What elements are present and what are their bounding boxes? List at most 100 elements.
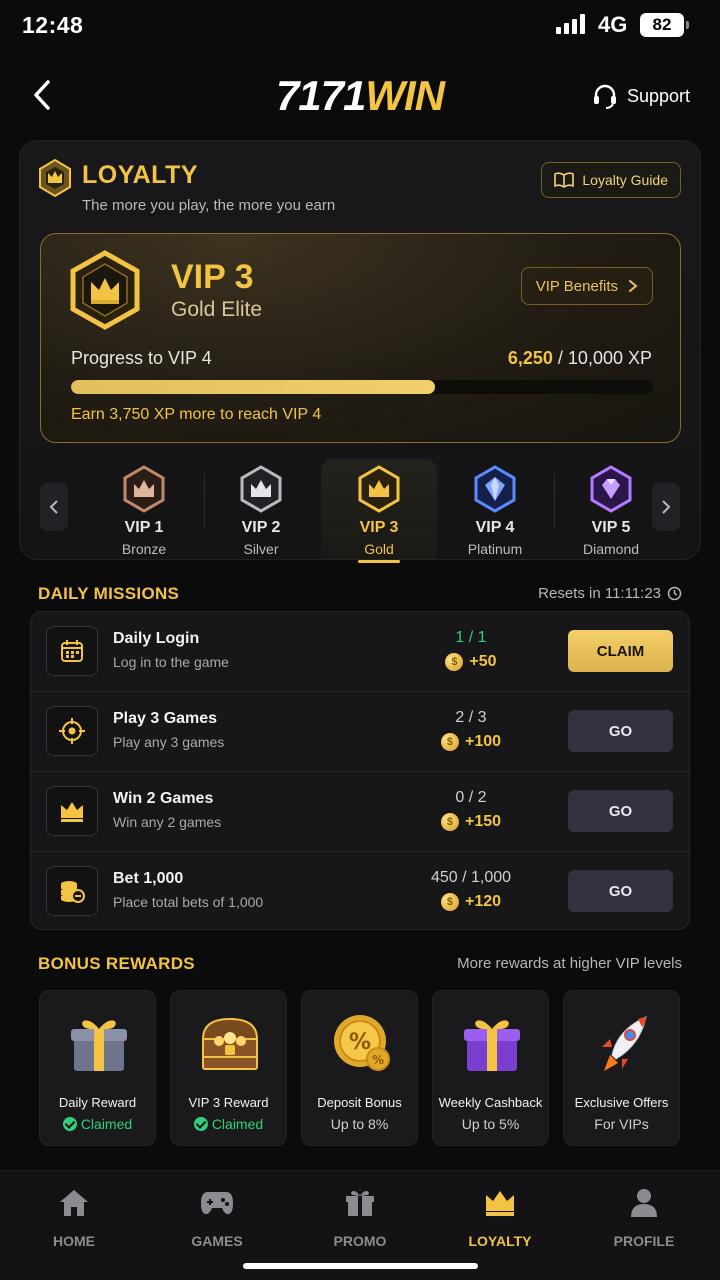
- status-time: 12:48: [22, 12, 84, 38]
- progress-note: Earn 3,750 XP more to reach VIP 4: [71, 406, 322, 423]
- active-tier-indicator: [358, 560, 400, 563]
- missions-list: Daily Login Log in to the game 1 / 1 $ +5…: [30, 611, 690, 930]
- mission-row: Daily Login Log in to the game 1 / 1 $ +5…: [31, 612, 689, 692]
- tier-vip-3[interactable]: VIP 3 Gold: [321, 459, 437, 563]
- nav-home[interactable]: HOME: [14, 1185, 134, 1249]
- xp-separator: /: [552, 348, 568, 368]
- claim-button[interactable]: CLAIM: [568, 630, 673, 672]
- coins-icon: [46, 866, 98, 916]
- svg-text:%: %: [349, 1030, 371, 1055]
- nav-profile[interactable]: PROFILE: [584, 1185, 704, 1249]
- status-bar: 12:48 4G 82: [0, 0, 720, 52]
- reward-card-cashback[interactable]: Weekly Cashback Up to 5%: [432, 990, 549, 1146]
- reward-card-vip3[interactable]: VIP 3 Reward Claimed: [170, 990, 287, 1146]
- reward-name: Daily Reward: [58, 1095, 137, 1110]
- mission-row: Win 2 Games Win any 2 games 0 / 2 $ +150 …: [31, 772, 689, 852]
- gold-crown-icon: [358, 465, 400, 513]
- nav-promo[interactable]: PROMO: [300, 1185, 420, 1249]
- coin-icon: $: [445, 653, 464, 671]
- tier-sub: Bronze: [121, 541, 167, 557]
- mission-reward: $ +50: [411, 653, 531, 671]
- loyalty-badge-icon: [39, 159, 71, 197]
- coin-icon: $: [440, 733, 459, 751]
- percent-coin-icon: % %: [334, 1015, 390, 1071]
- tier-sub: Gold: [364, 541, 394, 557]
- tier-sub: Silver: [243, 541, 279, 557]
- vip-benefits-button[interactable]: VIP Benefits: [520, 267, 653, 305]
- mission-reward: $ +100: [411, 733, 531, 751]
- reward-card-exclusive[interactable]: Exclusive Offers For VIPs: [563, 990, 680, 1146]
- tier-next-button[interactable]: [652, 483, 680, 531]
- nav-label: LOYALTY: [468, 1233, 532, 1249]
- tier-prev-button[interactable]: [40, 483, 68, 531]
- mission-desc: Log in to the game: [113, 654, 229, 670]
- nav-label: PROMO: [333, 1233, 387, 1249]
- check-icon: [193, 1117, 208, 1131]
- tier-vip-2[interactable]: VIP 2 Silver: [203, 459, 319, 559]
- bronze-crown-icon: [123, 465, 165, 513]
- chevron-right-icon: [629, 280, 638, 292]
- silver-crown-icon: [240, 465, 282, 513]
- reward-sub: Up to 8%: [330, 1116, 389, 1132]
- vip-benefits-label: VIP Benefits: [535, 277, 618, 295]
- reward-card-daily[interactable]: Daily Reward Claimed: [39, 990, 156, 1146]
- reward-name: VIP 3 Reward: [188, 1095, 269, 1110]
- loyalty-title: LOYALTY: [82, 161, 199, 189]
- svg-text:%: %: [372, 1053, 384, 1067]
- go-button[interactable]: GO: [568, 790, 673, 832]
- mission-reward: $ +120: [411, 893, 531, 911]
- mission-progress: 450 / 1,000: [430, 869, 512, 886]
- reward-amount: +50: [469, 653, 497, 670]
- mission-progress: 0 / 2: [455, 789, 487, 806]
- rocket-icon: [602, 1016, 647, 1071]
- coin-icon: $: [440, 813, 459, 831]
- daily-missions-title: DAILY MISSIONS: [38, 584, 180, 603]
- vip-tier-carousel: VIP 1 Bronze VIP 2 Silver VIP 3 Gold VIP…: [40, 455, 681, 563]
- headset-icon: [593, 84, 616, 109]
- tier-name: VIP 2: [241, 519, 281, 536]
- mission-progress: 2 / 3: [455, 709, 487, 726]
- chevron-left-icon: [49, 500, 58, 514]
- go-button[interactable]: GO: [568, 710, 673, 752]
- crown-icon: [486, 1191, 514, 1216]
- loyalty-guide-label: Loyalty Guide: [582, 172, 668, 188]
- reward-amount: +150: [464, 813, 502, 830]
- battery-indicator: 82: [640, 13, 689, 37]
- tier-vip-4[interactable]: VIP 4 Platinum: [437, 459, 553, 559]
- tier-vip-1[interactable]: VIP 1 Bronze: [86, 459, 202, 559]
- support-label: Support: [626, 85, 690, 106]
- loyalty-guide-button[interactable]: Loyalty Guide: [541, 162, 681, 198]
- crown-icon: [46, 786, 98, 836]
- calendar-icon: [46, 626, 98, 676]
- go-button[interactable]: GO: [568, 870, 673, 912]
- current-vip-card: VIP 3 Gold Elite VIP Benefits Progress t…: [40, 233, 681, 443]
- tier-sub: Diamond: [582, 541, 640, 557]
- bonus-rewards-title: BONUS REWARDS: [38, 954, 195, 973]
- nav-loyalty[interactable]: LOYALTY: [440, 1185, 560, 1249]
- mission-title: Bet 1,000: [113, 870, 184, 887]
- loyalty-subtitle: The more you play, the more you earn: [82, 197, 336, 214]
- mission-desc: Win any 2 games: [113, 814, 222, 830]
- nav-games[interactable]: GAMES: [157, 1185, 277, 1249]
- reward-card-deposit[interactable]: % % Deposit Bonus Up to 8%: [301, 990, 418, 1146]
- mission-title: Daily Login: [113, 630, 200, 647]
- book-icon: [554, 172, 575, 188]
- reward-status: Claimed: [171, 1116, 286, 1132]
- nav-label: PROFILE: [613, 1233, 675, 1249]
- coin-icon: $: [440, 893, 459, 911]
- target-icon: [46, 706, 98, 756]
- mission-title: Win 2 Games: [113, 790, 214, 807]
- xp-progress-bar: [71, 380, 653, 394]
- diamond-icon: [590, 465, 632, 513]
- missions-reset-timer: Resets in 11:11:23: [538, 585, 682, 602]
- vip-crown-badge-icon: [70, 250, 140, 330]
- gamepad-icon: [201, 1192, 233, 1215]
- support-button[interactable]: Support: [591, 82, 690, 110]
- mission-row: Bet 1,000 Place total bets of 1,000 450 …: [31, 852, 689, 929]
- nav-label: GAMES: [191, 1233, 243, 1249]
- mission-progress: 1 / 1: [455, 629, 487, 646]
- user-icon: [631, 1189, 657, 1217]
- reward-sub: For VIPs: [594, 1116, 649, 1132]
- xp-target: 10,000 XP: [567, 348, 652, 368]
- current-vip-level: VIP 3: [171, 258, 254, 296]
